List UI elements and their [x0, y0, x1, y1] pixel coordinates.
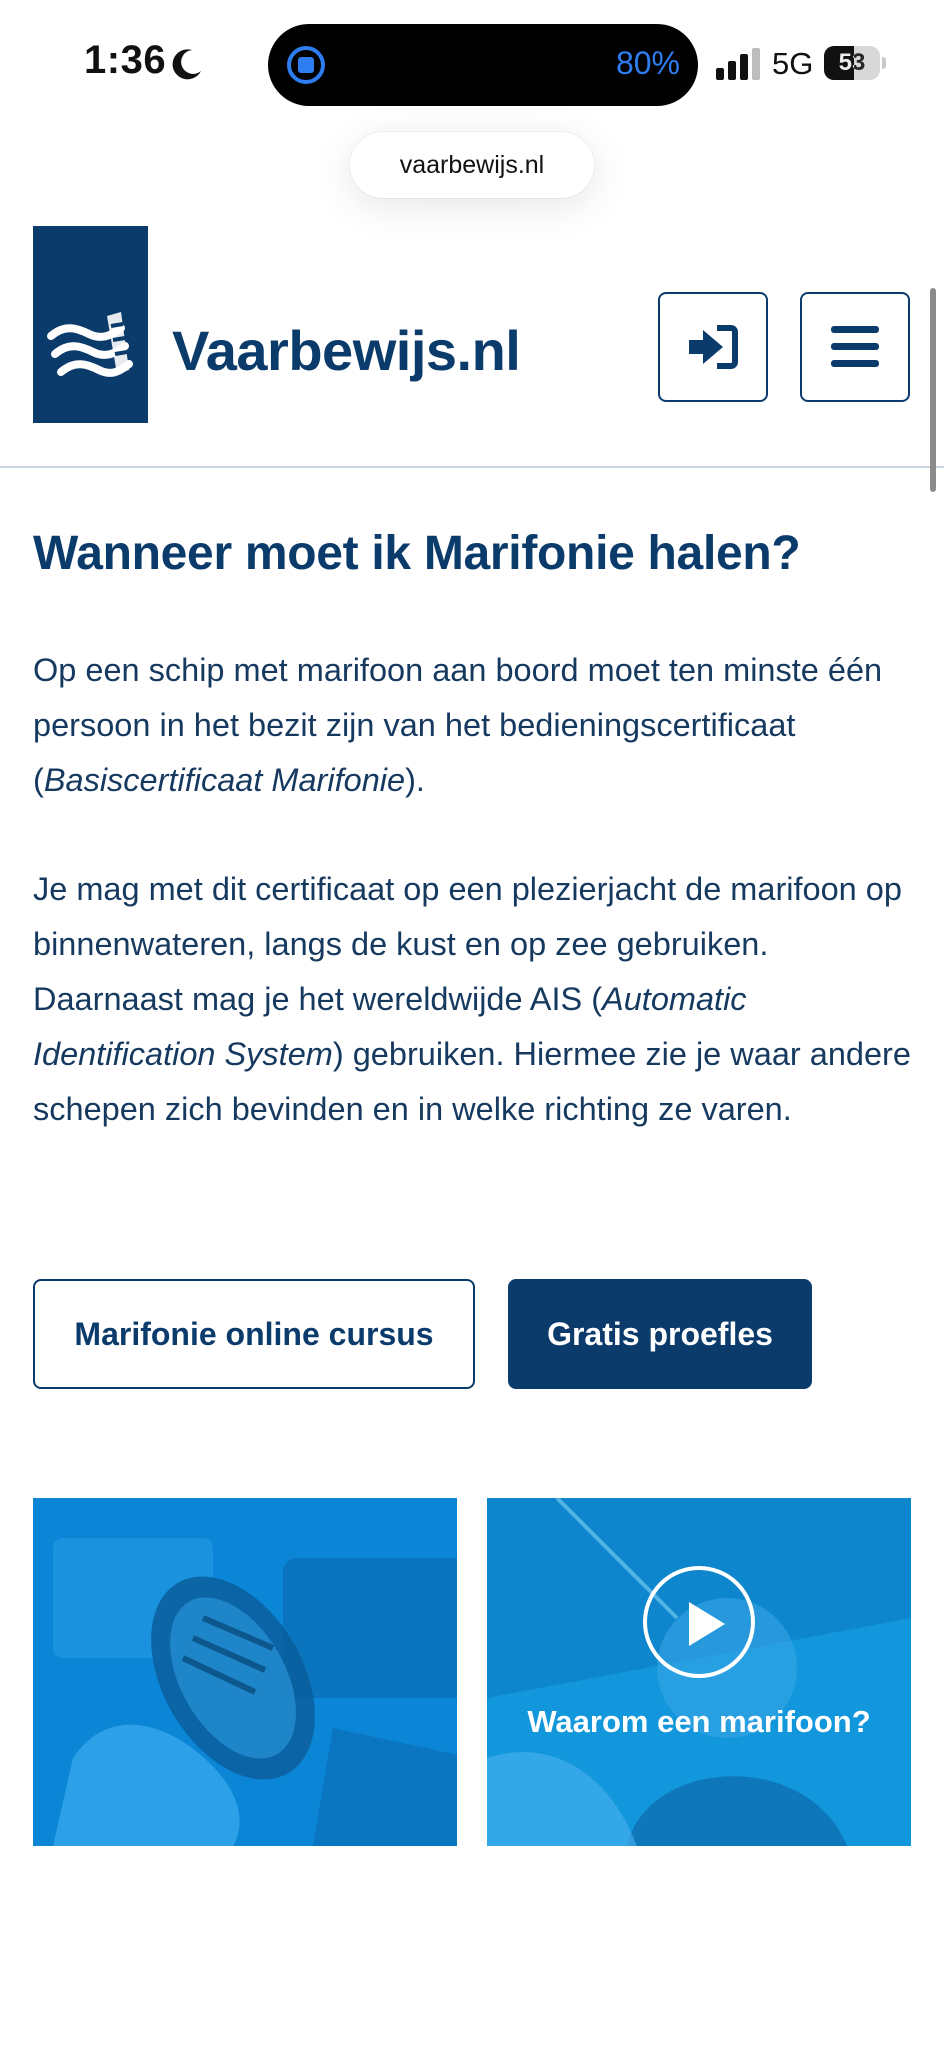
intro-paragraph: Op een schip met marifoon aan boord moet… [33, 652, 883, 798]
login-button[interactable] [658, 292, 768, 402]
network-type: 5G [772, 46, 814, 81]
menu-button[interactable] [800, 292, 910, 402]
flag-wave-icon [47, 312, 133, 377]
free-lesson-button[interactable]: Gratis proefles [508, 1279, 812, 1389]
cellular-signal-icon [716, 48, 760, 80]
island-percentage: 80% [615, 45, 680, 81]
scrollbar[interactable] [930, 288, 936, 492]
online-course-button[interactable]: Marifonie online cursus [33, 1279, 475, 1389]
page-title: Wanneer moet ik Marifonie halen? [33, 527, 801, 580]
moon-icon [172, 49, 201, 80]
details-paragraph: Je mag met dit certificaat op een plezie… [33, 871, 911, 1127]
site-logo[interactable] [33, 226, 148, 423]
login-icon [689, 325, 738, 369]
hamburger-menu-icon [831, 326, 879, 367]
charging-icon [287, 46, 325, 84]
dynamic-island: 80% [268, 24, 698, 106]
battery-level: 53 [838, 49, 866, 76]
status-bar: 1:36 80% 5G 53 [0, 0, 944, 130]
marine-radio-image [33, 1498, 457, 1846]
play-icon[interactable] [643, 1566, 755, 1678]
url-bar[interactable]: vaarbewijs.nl [350, 132, 594, 198]
brand-name[interactable]: Vaarbewijs.nl [172, 318, 521, 383]
video-caption: Waarom een marifoon? [527, 1704, 871, 1739]
status-time: 1:36 [84, 38, 167, 82]
video-card[interactable]: Waarom een marifoon? [487, 1498, 911, 1846]
site-header: Vaarbewijs.nl [0, 226, 944, 468]
battery-icon: 53 [824, 46, 886, 80]
radio-image-card[interactable] [33, 1498, 457, 1846]
